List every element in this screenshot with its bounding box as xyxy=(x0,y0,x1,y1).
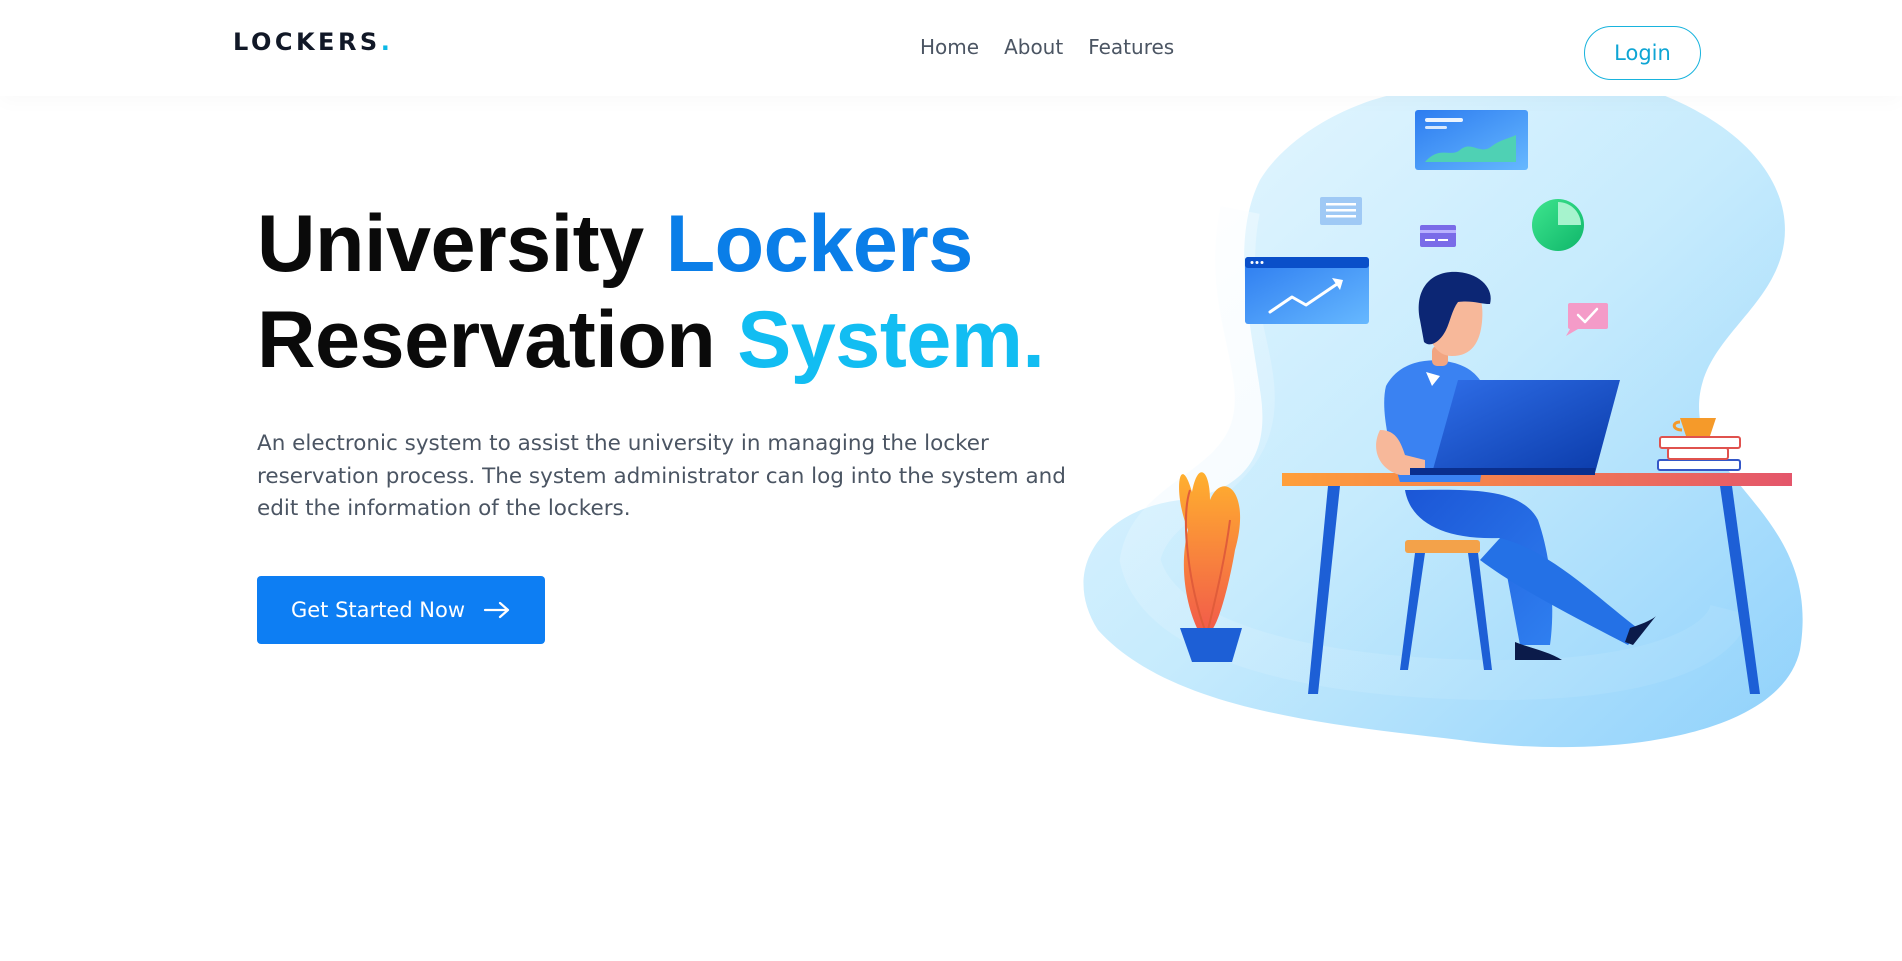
person-at-laptop-illustration xyxy=(1083,90,1803,748)
hero-title-accent2: System. xyxy=(737,295,1045,385)
top-navbar: LOCKERS. Home About Features Login xyxy=(0,0,1902,96)
get-started-label: Get Started Now xyxy=(290,598,466,622)
hero-title-part1: University xyxy=(257,199,666,289)
hero-description: An electronic system to assist the unive… xyxy=(257,431,1066,521)
hero-illustration xyxy=(1080,90,1810,755)
main-nav: Home About Features xyxy=(920,37,1199,57)
logo-dot: . xyxy=(380,28,394,56)
logo-text: LOCKERS xyxy=(233,28,381,56)
hero-title: University Lockers Reservation System. xyxy=(257,196,1045,388)
hero-title-line1: University Lockers xyxy=(257,199,973,289)
login-button[interactable]: Login xyxy=(1584,26,1701,80)
hero-title-line2: Reservation System. xyxy=(257,295,1045,385)
get-started-button[interactable]: Get Started Now xyxy=(257,576,545,644)
hero-title-part2: Reservation xyxy=(257,295,738,385)
brand-logo[interactable]: LOCKERS. xyxy=(233,30,393,54)
nav-link-features[interactable]: Features xyxy=(1088,37,1174,57)
nav-link-home[interactable]: Home xyxy=(920,37,979,57)
hero-title-accent1: Lockers xyxy=(665,199,974,289)
nav-link-about[interactable]: About xyxy=(1004,37,1063,57)
arrow-right-icon xyxy=(483,601,511,619)
